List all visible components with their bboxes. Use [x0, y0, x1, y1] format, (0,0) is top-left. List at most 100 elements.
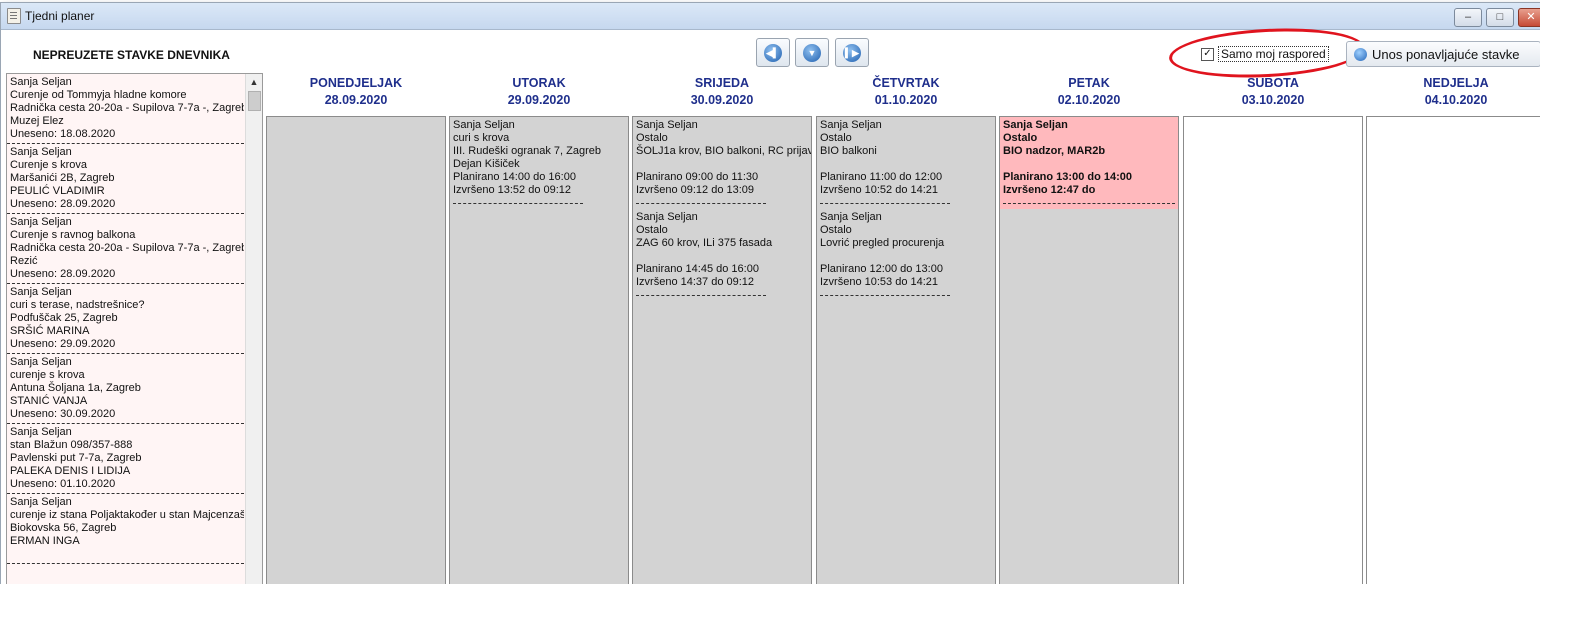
entry-line: Ostalo [636, 224, 668, 236]
entry-line: Izvršeno 13:52 do 09:12 [453, 184, 572, 196]
day-date: 03.10.2020 [1241, 93, 1305, 107]
previous-week-button[interactable]: ◀▍ [756, 38, 790, 67]
entry-line: Planirano 09:00 do 11:30 [636, 171, 759, 183]
pending-item-line: Radnička cesta 20-20a - Supilova 7-7a -,… [10, 242, 244, 254]
entry-line: Planirano 14:45 do 16:00 [636, 263, 759, 275]
day-header: PONEDJELJAK 28.09.2020 [266, 75, 446, 109]
entry-separator [453, 197, 583, 204]
entry-separator [820, 289, 950, 296]
entry-line [636, 158, 808, 171]
entry-line [636, 250, 808, 263]
close-button[interactable]: ✕ [1518, 8, 1541, 27]
day-date: 01.10.2020 [874, 93, 938, 107]
entry-separator [636, 289, 766, 296]
pending-item-line: Muzej Elez [10, 115, 64, 127]
schedule-entry[interactable]: Sanja Seljan Ostalo ZAG 60 krov, ILi 375 f… [633, 209, 811, 301]
pending-item-line: curenje s krova [10, 369, 85, 381]
entry-line: Izvršeno 10:53 do 14:21 [820, 276, 939, 288]
schedule-entry[interactable]: Sanja Seljan curi s krova III. Rudeški ogr… [450, 117, 628, 209]
title-bar: Tjedni planer – □ ✕ [1, 3, 1541, 30]
pending-item-line: Sanja Seljan [10, 496, 72, 508]
entry-line: Lovrić pregled procurenja [820, 237, 945, 249]
entry-line: Sanja Seljan [1003, 119, 1068, 131]
pending-item-line: Uneseno: 28.09.2020 [10, 268, 116, 280]
entry-line [820, 158, 992, 171]
pending-item-line: Sanja Seljan [10, 146, 72, 158]
pending-item[interactable]: Sanja Seljan curenje iz stana Poljaktakođ… [7, 494, 244, 564]
window-title: Tjedni planer [25, 9, 95, 23]
day-header: ČETVRTAK 01.10.2020 [816, 75, 996, 109]
entry-separator [820, 197, 950, 204]
entry-line: Planirano 12:00 do 13:00 [820, 263, 943, 275]
my-schedule-label: Samo moj raspored [1218, 46, 1329, 62]
pending-item-line: Uneseno: 29.09.2020 [10, 338, 116, 350]
entry-line [820, 250, 992, 263]
pending-item[interactable]: Sanja Seljan curi s terase, nadstrešnice?… [7, 284, 244, 354]
day-column[interactable]: Sanja Seljan curi s krova III. Rudeški ogr… [449, 116, 629, 593]
entry-line: Planirano 11:00 do 12:00 [820, 171, 943, 183]
weekly-planner-window: Tjedni planer – □ ✕ NEPREUZETE STAVKE DN… [0, 2, 1542, 594]
day-column[interactable]: Sanja Seljan Ostalo ŠOLJ1a krov, BIO balko… [632, 116, 812, 593]
checkbox-checked-icon[interactable]: ✓ [1201, 47, 1214, 61]
entry-line: Ostalo [1003, 132, 1038, 144]
my-schedule-checkbox[interactable]: ✓ Samo moj raspored [1201, 46, 1329, 62]
pending-item-line: Uneseno: 28.09.2020 [10, 198, 116, 210]
pending-item-line: Curenje s krova [10, 159, 88, 171]
day-date: 28.09.2020 [324, 93, 388, 107]
day-column[interactable] [1366, 116, 1541, 593]
schedule-entry[interactable]: Sanja Seljan Ostalo ŠOLJ1a krov, BIO balko… [633, 117, 811, 209]
entry-line [1003, 158, 1175, 171]
pending-item[interactable]: Sanja Seljan Curenje od Tommyja hladne ko… [7, 74, 244, 144]
pending-item-line: stan Blažun 098/357-888 [10, 439, 133, 451]
entry-line: Izvršeno 12:47 do [1003, 184, 1096, 196]
pending-item[interactable]: Sanja Seljan curenje s krova Antuna Šoljan… [7, 354, 244, 424]
pending-item-line: PEULIĆ VLADIMIR [10, 185, 105, 197]
pending-item-line: Uneseno: 30.09.2020 [10, 408, 116, 420]
day-name: PONEDJELJAK [309, 76, 403, 90]
day-column[interactable]: Sanja Seljan Ostalo BIO balkoni Planirano … [816, 116, 996, 593]
pending-item[interactable]: Sanja Seljan stan Blažun 098/357-888 Pavle… [7, 424, 244, 494]
notepad-icon [7, 8, 21, 24]
day-name: SUBOTA [1247, 76, 1299, 90]
day-date: 29.09.2020 [507, 93, 571, 107]
day-column[interactable] [1183, 116, 1363, 593]
pending-item[interactable]: Sanja Seljan Curenje s ravnog balkona Radn… [7, 214, 244, 284]
pending-items-heading: NEPREUZETE STAVKE DNEVNIKA [33, 48, 230, 62]
pending-list-scrollbar[interactable]: ▲ [245, 74, 262, 593]
pending-item-line: Biokovska 56, Zagreb [10, 522, 117, 534]
pending-item-line: curenje iz stana Poljaktakođer u stan Ma… [10, 509, 244, 521]
pending-item[interactable]: Sanja Seljan Curenje s krova Maršanići 2B,… [7, 144, 244, 214]
entry-separator [1003, 197, 1175, 204]
pending-item-line: Podfuščak 25, Zagreb [10, 312, 118, 324]
entry-line: Sanja Seljan [820, 119, 882, 131]
schedule-entry[interactable]: Sanja Seljan Ostalo BIO balkoni Planirano … [817, 117, 995, 209]
day-name: NEDJELJA [1423, 76, 1489, 90]
day-header: PETAK 02.10.2020 [999, 75, 1179, 109]
entry-separator [636, 197, 766, 204]
day-name: PETAK [1068, 76, 1110, 90]
day-name: UTORAK [512, 76, 566, 90]
pending-item-line: curi s terase, nadstrešnice? [10, 299, 145, 311]
screenshot-edge [1540, 0, 1573, 622]
scroll-thumb[interactable] [248, 91, 261, 111]
pending-item-line: Uneseno: 18.08.2020 [10, 128, 116, 140]
day-name: SRIJEDA [694, 76, 750, 90]
minimize-button[interactable]: – [1454, 8, 1482, 27]
entry-line: Izvršeno 14:37 do 09:12 [636, 276, 755, 288]
day-column[interactable] [266, 116, 446, 593]
pending-item-line: Antuna Šoljana 1a, Zagreb [10, 382, 141, 394]
entry-line: Sanja Seljan [453, 119, 515, 131]
entry-line: ZAG 60 krov, ILi 375 fasada [636, 237, 773, 249]
schedule-entry[interactable]: Sanja Seljan Ostalo BIO nadzor, MAR2b Plan… [1000, 117, 1178, 209]
pending-items-list[interactable]: Sanja Seljan Curenje od Tommyja hladne ko… [6, 73, 263, 593]
pending-item-line: PALEKA DENIS I LIDIJA [10, 465, 131, 477]
schedule-entry[interactable]: Sanja Seljan Ostalo Lovrić pregled procure… [817, 209, 995, 301]
next-week-button[interactable]: ▍▶ [835, 38, 869, 67]
day-column[interactable]: Sanja Seljan Ostalo BIO nadzor, MAR2b Plan… [999, 116, 1179, 593]
globe-icon [1354, 47, 1367, 61]
maximize-button[interactable]: □ [1486, 8, 1514, 27]
add-recurring-item-button[interactable]: Unos ponavljajuće stavke [1346, 41, 1541, 67]
day-date: 02.10.2020 [1057, 93, 1121, 107]
scroll-up-icon[interactable]: ▲ [246, 74, 262, 90]
current-week-button[interactable]: ▼ [795, 38, 829, 67]
